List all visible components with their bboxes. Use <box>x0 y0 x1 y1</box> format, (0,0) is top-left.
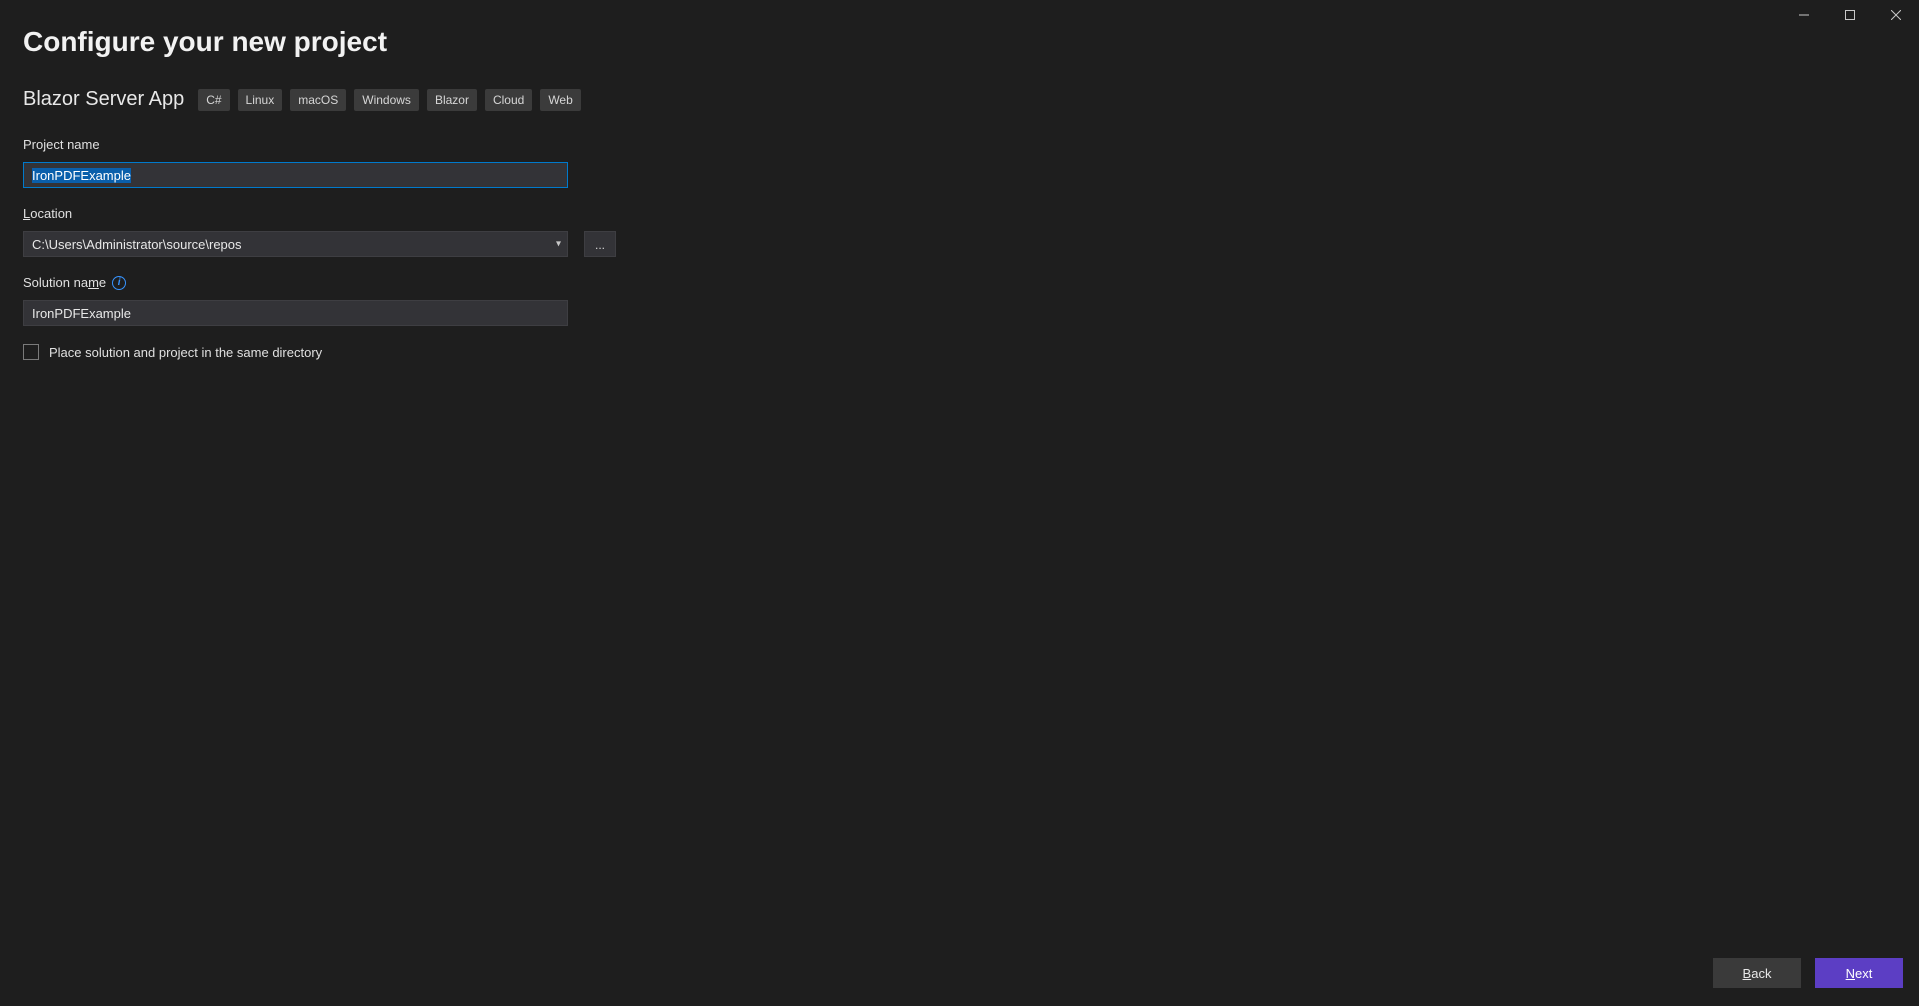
tag: Blazor <box>427 89 477 111</box>
solution-name-group: Solution name i <box>23 275 633 326</box>
close-icon <box>1891 10 1901 20</box>
tag: Windows <box>354 89 419 111</box>
template-row: Blazor Server App C# Linux macOS Windows… <box>23 88 633 111</box>
maximize-button[interactable] <box>1827 0 1873 30</box>
location-group: Location C:\Users\Administrator\source\r… <box>23 206 633 257</box>
solution-name-label-row: Solution name i <box>23 275 633 290</box>
same-directory-label: Place solution and project in the same d… <box>49 345 322 360</box>
chevron-down-icon: ▾ <box>556 239 561 250</box>
back-button[interactable]: Back <box>1713 958 1801 988</box>
project-name-input[interactable] <box>23 162 568 188</box>
tag: Web <box>540 89 580 111</box>
next-button[interactable]: Next <box>1815 958 1903 988</box>
project-name-group: Project name <box>23 137 633 188</box>
solution-name-label: Solution name <box>23 275 106 290</box>
location-value: C:\Users\Administrator\source\repos <box>32 237 242 252</box>
location-label: Location <box>23 206 633 221</box>
footer-buttons: Back Next <box>1713 958 1903 988</box>
project-name-label: Project name <box>23 137 633 152</box>
tag: macOS <box>290 89 346 111</box>
page-title: Configure your new project <box>23 26 633 58</box>
tag: C# <box>198 89 229 111</box>
same-directory-row: Place solution and project in the same d… <box>23 344 633 360</box>
minimize-icon <box>1799 10 1809 20</box>
close-button[interactable] <box>1873 0 1919 30</box>
maximize-icon <box>1845 10 1855 20</box>
browse-button[interactable]: ... <box>584 231 616 257</box>
main-content: Configure your new project Blazor Server… <box>23 26 633 360</box>
info-icon[interactable]: i <box>112 276 126 290</box>
location-combobox[interactable]: C:\Users\Administrator\source\repos ▾ <box>23 231 568 257</box>
tag: Linux <box>238 89 283 111</box>
window-titlebar <box>1781 0 1919 30</box>
browse-label: ... <box>595 238 605 252</box>
minimize-button[interactable] <box>1781 0 1827 30</box>
location-row: C:\Users\Administrator\source\repos ▾ ..… <box>23 231 633 257</box>
solution-name-input[interactable] <box>23 300 568 326</box>
same-directory-checkbox[interactable] <box>23 344 39 360</box>
template-name: Blazor Server App <box>23 88 184 111</box>
tag: Cloud <box>485 89 532 111</box>
template-tags: C# Linux macOS Windows Blazor Cloud Web <box>198 89 581 111</box>
